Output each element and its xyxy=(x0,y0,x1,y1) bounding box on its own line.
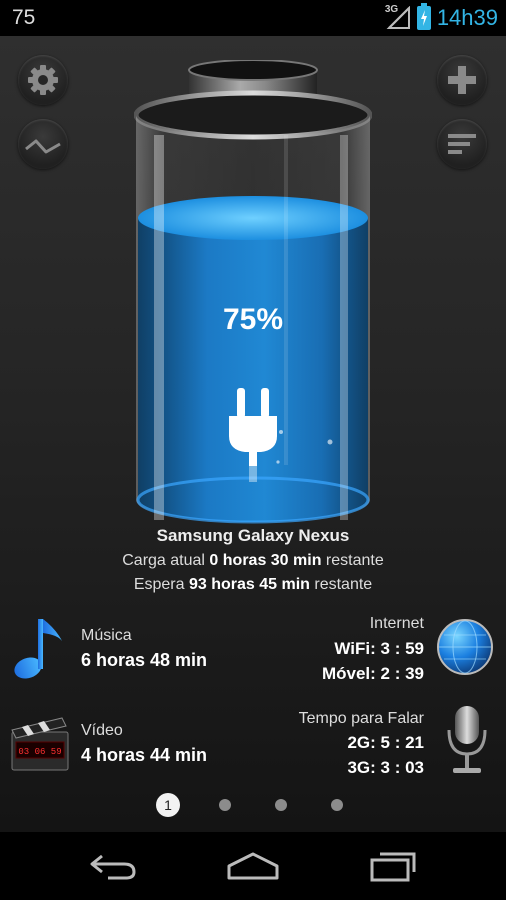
charge-label: Carga atual xyxy=(122,552,205,569)
internet-mobile: Móvel: 2 : 39 xyxy=(321,664,424,683)
internet-label: Internet xyxy=(369,615,424,632)
signal-icon: 3G xyxy=(384,4,411,30)
battery-charging-icon xyxy=(416,3,431,30)
home-icon[interactable] xyxy=(225,850,281,882)
talk-time-label: Tempo para Falar xyxy=(298,710,424,727)
back-icon[interactable] xyxy=(88,852,138,882)
talk-2g: 2G: 5 : 21 xyxy=(347,733,424,752)
status-bar: 75 3G 14h39 xyxy=(0,0,506,36)
page-dot-1[interactable]: 1 xyxy=(156,793,180,817)
talk-3g: 3G: 3 : 03 xyxy=(347,758,424,777)
music-time: 6 horas 48 min xyxy=(81,650,208,670)
page-dot-2[interactable] xyxy=(219,799,231,811)
clock: 14h39 xyxy=(436,5,498,30)
music-note-icon xyxy=(14,619,62,679)
music-label: Música xyxy=(81,627,132,644)
menu-button[interactable] xyxy=(437,119,487,169)
charge-remaining: Carga atual 0 horas 30 min restante xyxy=(0,552,506,570)
settings-button[interactable] xyxy=(18,55,68,105)
globe-icon xyxy=(437,619,493,675)
charge-suffix: restante xyxy=(325,552,384,569)
recents-icon[interactable] xyxy=(368,850,420,884)
video-time: 4 horas 44 min xyxy=(81,745,208,765)
video-clock-text: 03 06 59 xyxy=(18,747,61,757)
internet-wifi: WiFi: 3 : 59 xyxy=(334,639,424,658)
standby-suffix: restante xyxy=(314,576,373,593)
charge-value: 0 horas 30 min xyxy=(209,552,322,569)
page-dot-4[interactable] xyxy=(331,799,343,811)
line-chart-icon xyxy=(25,139,61,154)
video-label: Vídeo xyxy=(81,722,123,739)
status-icons: 3G 14h39 xyxy=(384,3,498,31)
plus-icon xyxy=(448,66,476,94)
add-button[interactable] xyxy=(437,55,487,105)
gear-icon xyxy=(28,65,58,95)
battery-graphic: 75% xyxy=(133,59,373,530)
standby-label: Espera xyxy=(133,576,185,593)
microphone-icon xyxy=(447,706,487,773)
battery-level-indicator: 75 xyxy=(12,6,36,29)
app-content: 75% Samsung Galaxy Nexus Carga atual 0 h… xyxy=(0,36,506,832)
clapperboard-icon: 03 06 59 xyxy=(11,717,69,771)
page-dot-3[interactable] xyxy=(275,799,287,811)
list-icon xyxy=(448,134,476,154)
history-button[interactable] xyxy=(18,119,68,169)
navigation-bar xyxy=(0,832,506,900)
standby-value: 93 horas 45 min xyxy=(188,576,310,593)
standby-remaining: Espera 93 horas 45 min restante xyxy=(0,576,506,594)
plug-icon xyxy=(229,388,277,482)
network-type-label: 3G xyxy=(384,4,399,15)
device-name: Samsung Galaxy Nexus xyxy=(156,526,350,545)
battery-percent: 75% xyxy=(222,303,284,336)
